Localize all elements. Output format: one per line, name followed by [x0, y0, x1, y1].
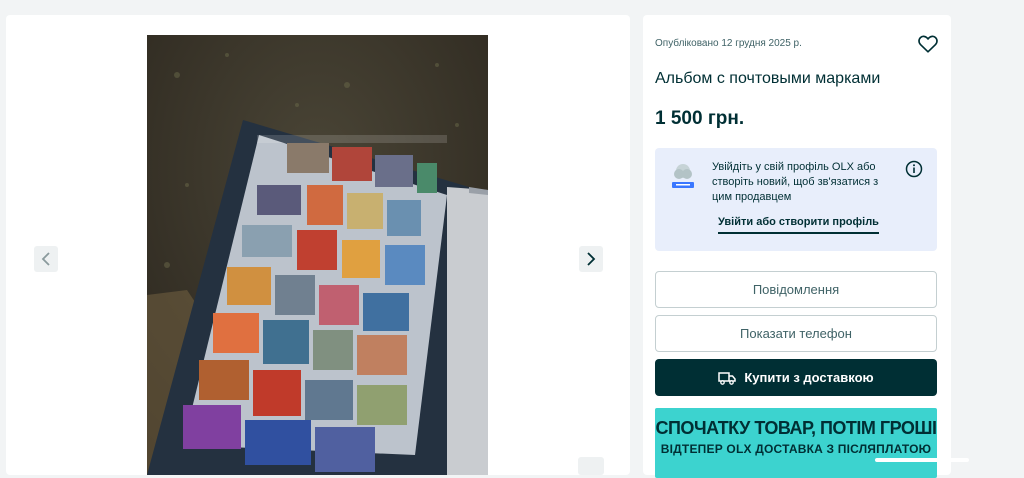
- gallery-prev-button[interactable]: [34, 246, 58, 272]
- promo-banner[interactable]: СПОЧАТКУ ТОВАР, ПОТІМ ГРОШІ ВІДТЕПЕР OLX…: [655, 408, 937, 478]
- login-prompt-text: Увійдіть у свій профіль OLX або створіть…: [712, 161, 879, 203]
- buy-button-label: Купити з доставкою: [744, 370, 874, 385]
- show-phone-button[interactable]: Показати телефон: [655, 315, 937, 352]
- fullscreen-button[interactable]: [578, 457, 604, 475]
- favorite-button[interactable]: [917, 33, 939, 55]
- promo-subline: ВІДТЕПЕР OLX ДОСТАВКА З ПІСЛЯПЛАТОЮ: [660, 442, 932, 456]
- listing-details-panel: Опубліковано 12 грудня 2025 р. Альбом с …: [643, 15, 951, 478]
- chevron-right-icon: [587, 252, 596, 266]
- heart-icon: [918, 35, 938, 53]
- gallery-next-button[interactable]: [579, 246, 603, 272]
- info-icon[interactable]: [905, 160, 923, 178]
- listing-price: 1 500 грн.: [655, 108, 745, 129]
- chevron-left-icon: [41, 252, 50, 266]
- login-prompt: Увійдіть у свій профіль OLX або створіть…: [655, 148, 937, 251]
- login-link[interactable]: Увійти або створити профіль: [718, 216, 879, 234]
- listing-photo[interactable]: [147, 35, 488, 475]
- published-date: Опубліковано 12 грудня 2025 р.: [655, 38, 802, 49]
- photo-gallery: [6, 15, 630, 475]
- message-button[interactable]: Повідомлення: [655, 271, 937, 308]
- listing-title: Альбом с почтовыми марками: [655, 70, 881, 87]
- login-illustration-icon: [669, 162, 697, 192]
- horizontal-scrollbar[interactable]: [875, 458, 969, 462]
- truck-icon: [718, 371, 737, 385]
- buy-with-delivery-button[interactable]: Купити з доставкою: [655, 359, 937, 396]
- promo-headline: СПОЧАТКУ ТОВАР, ПОТІМ ГРОШІ: [655, 418, 937, 438]
